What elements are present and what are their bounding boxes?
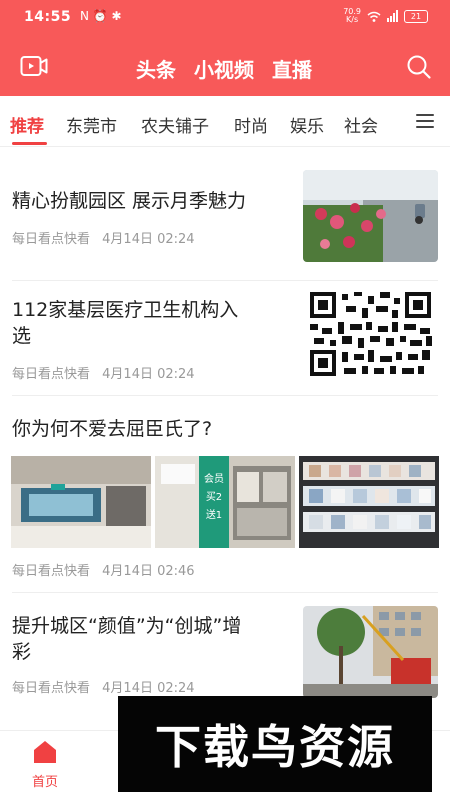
article-item[interactable]: 你为何不爱去屈臣氏了? 会员 买2 送1 每日看点快看 4月14日 02:46 xyxy=(0,396,450,592)
channel-society[interactable]: 社会 xyxy=(344,112,378,137)
home-icon xyxy=(34,741,56,763)
svg-text:买2: 买2 xyxy=(206,491,222,503)
signal-icon xyxy=(387,10,398,22)
article-meta: 每日看点快看 4月14日 02:24 xyxy=(12,677,203,696)
article-thumbnail[interactable] xyxy=(303,606,438,698)
article-source: 每日看点快看 xyxy=(12,367,91,382)
article-source: 每日看点快看 xyxy=(12,232,91,247)
channel-dongguan[interactable]: 东莞市 xyxy=(66,112,117,137)
article-source: 每日看点快看 xyxy=(12,681,91,696)
qr-code-image xyxy=(303,288,438,380)
tab-home[interactable]: 首页 xyxy=(28,739,62,790)
article-thumbnail[interactable] xyxy=(303,170,438,262)
article-thumbnail[interactable] xyxy=(303,288,438,380)
channel-recommend[interactable]: 推荐 xyxy=(10,112,44,137)
product-display-photo xyxy=(299,456,439,548)
roses-photo xyxy=(303,170,438,262)
top-navigation: 头条 小视频 直播 xyxy=(0,50,450,90)
article-meta: 每日看点快看 4月14日 02:24 xyxy=(12,363,203,382)
article-date: 4月14日 02:24 xyxy=(102,232,195,247)
tab-short-video[interactable]: 小视频 xyxy=(194,54,254,83)
app-header: 14:55 N ⏰ ✱ 70.9 K/s 21 头条 小视频 直播 xyxy=(0,0,450,96)
svg-text:送1: 送1 xyxy=(206,508,222,521)
tab-home-label: 首页 xyxy=(31,775,58,790)
city-street-photo xyxy=(303,606,438,698)
article-title-line: 112家基层医疗卫生机构入 xyxy=(12,299,239,321)
article-item[interactable]: 提升城区“颜值”为“创城”增 彩 每日看点快看 4月14日 02:24 xyxy=(0,593,450,703)
status-bar: 14:55 N ⏰ ✱ 70.9 K/s 21 xyxy=(0,0,450,36)
store-interior-photo xyxy=(11,456,151,548)
status-time: 14:55 xyxy=(24,9,72,25)
notification-icons: N ⏰ ✱ xyxy=(80,9,122,23)
battery-icon: 21 xyxy=(404,9,428,23)
article-date: 4月14日 02:46 xyxy=(102,564,195,579)
article-date: 4月14日 02:24 xyxy=(102,367,195,382)
video-camera-icon[interactable] xyxy=(20,55,48,77)
search-icon[interactable] xyxy=(406,54,432,80)
net-speed-unit: K/s xyxy=(346,15,359,24)
channel-menu-icon[interactable] xyxy=(416,114,434,128)
channel-farmer-shop[interactable]: 农夫铺子 xyxy=(141,112,209,137)
article-title[interactable]: 你为何不爱去屈臣氏了? xyxy=(12,416,212,442)
promo-sign-text: 会员 xyxy=(204,472,224,485)
main-tabs: 头条 小视频 直播 xyxy=(136,54,312,83)
article-source: 每日看点快看 xyxy=(12,564,91,579)
tab-headlines[interactable]: 头条 xyxy=(136,54,176,83)
article-title[interactable]: 提升城区“颜值”为“创城”增 彩 xyxy=(12,613,241,665)
net-speed: 70.9 K/s xyxy=(343,8,361,24)
status-right: 70.9 K/s 21 xyxy=(343,8,428,24)
article-item[interactable]: 112家基层医疗卫生机构入 选 每日看点快看 4月14日 02:24 xyxy=(0,281,450,395)
tab-live[interactable]: 直播 xyxy=(272,54,312,83)
article-title[interactable]: 112家基层医疗卫生机构入 选 xyxy=(12,297,238,349)
article-title-line: 彩 xyxy=(12,641,32,663)
article-meta: 每日看点快看 4月14日 02:24 xyxy=(12,228,203,247)
wifi-icon xyxy=(367,11,381,22)
watermark-banner: 下载鸟资源 xyxy=(118,696,432,792)
article-title-line: 提升城区“颜值”为“创城”增 xyxy=(12,615,242,637)
article-meta: 每日看点快看 4月14日 02:46 xyxy=(12,560,203,579)
active-channel-indicator xyxy=(12,142,47,145)
channel-entertainment[interactable]: 娱乐 xyxy=(290,112,324,137)
article-title[interactable]: 精心扮靓园区 展示月季魅力 xyxy=(12,188,246,214)
store-shelf-photo: 会员 买2 送1 xyxy=(155,456,295,548)
article-date: 4月14日 02:24 xyxy=(102,681,195,696)
channel-fashion[interactable]: 时尚 xyxy=(234,112,268,137)
article-title-line: 选 xyxy=(12,325,32,347)
channel-bar: 推荐 东莞市 农夫铺子 时尚 娱乐 社会 xyxy=(0,96,450,147)
article-item[interactable]: 精心扮靓园区 展示月季魅力 每日看点快看 4月14日 02:24 xyxy=(0,146,450,280)
